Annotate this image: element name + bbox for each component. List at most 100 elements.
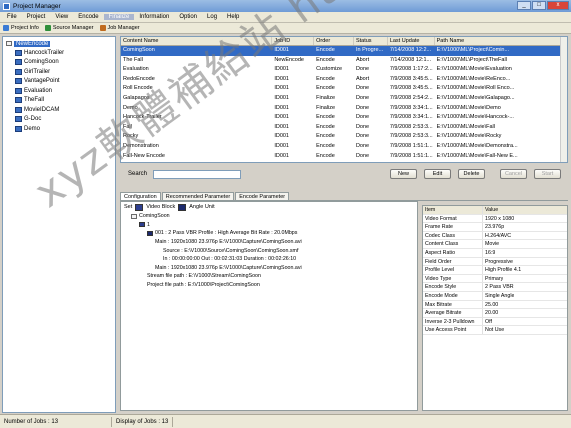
table-row[interactable]: Galapagos ID001 Finalize Done 7/9/2008 2:54:… xyxy=(121,94,567,104)
table-row[interactable]: Roll Encode ID001 Encode Done 7/9/2008 3:45:… xyxy=(121,84,567,94)
menu-help[interactable]: Help xyxy=(222,14,244,20)
delete-button[interactable]: Delete xyxy=(458,169,485,179)
minimize-button[interactable]: _ xyxy=(517,1,531,10)
config-tree-project[interactable]: ComingSoon xyxy=(131,212,417,221)
status-display-of-jobs: Display of Jobs : 13 xyxy=(112,416,174,427)
config-tree-source[interactable]: Source : E:\V1000\Source\ComingSoon\Comi… xyxy=(131,246,417,255)
menu-finalize[interactable]: Finalize xyxy=(103,14,135,20)
property-row[interactable]: Frame Rate 23.976p xyxy=(423,223,567,232)
col-order[interactable]: Order xyxy=(314,37,354,45)
property-row[interactable]: Video Format 1920 x 1080 xyxy=(423,214,567,224)
table-cell: Encode xyxy=(316,47,335,53)
table-row[interactable]: Hancock-Trailer ID001 Encode Done 7/9/2008 3… xyxy=(121,113,567,123)
new-button[interactable]: New xyxy=(390,169,417,179)
tree-item-demo[interactable]: Demo xyxy=(6,124,112,134)
table-row[interactable]: RedoEncode ID001 Encode Abort 7/9/2008 3:45:… xyxy=(121,75,567,85)
config-node-label: In : 00:00:00:00 Out : 00:02:31:03 Durat… xyxy=(163,256,297,263)
property-row[interactable]: Max Bitrate 25.00 xyxy=(423,300,567,310)
property-row[interactable]: Average Bitrate 20.00 xyxy=(423,309,567,318)
table-cell: 7/9/2008 1:51:1... xyxy=(389,152,433,159)
col-job-id[interactable]: Job ID xyxy=(272,37,315,45)
edit-button[interactable]: Edit xyxy=(424,169,451,179)
window-titlebar: Project Manager _ □ x xyxy=(0,0,571,12)
property-row[interactable]: Inverse 2-3 Pulldown Off xyxy=(423,317,567,327)
property-row[interactable]: Codec Class H.264/AVC xyxy=(423,231,567,241)
menu-view[interactable]: View xyxy=(50,14,73,20)
config-tree-block[interactable]: 001 : 2 Pass VBR Profile : High Average … xyxy=(131,229,417,238)
property-key: Field Order xyxy=(423,257,483,266)
close-button[interactable]: x xyxy=(547,1,569,10)
menu-log[interactable]: Log xyxy=(202,14,222,20)
col-content-name[interactable]: Content Name xyxy=(121,37,273,45)
config-tree-inout[interactable]: In : 00:00:00:00 Out : 00:02:31:03 Durat… xyxy=(131,255,417,264)
table-cell: 7/9/2008 2:54:2... xyxy=(389,94,433,101)
tab-encode-parameter[interactable]: Encode Parameter xyxy=(235,192,290,200)
property-row[interactable]: Profile Level High Profile 4.1 xyxy=(423,266,567,275)
property-row[interactable]: Encode Mode Single Angle xyxy=(423,291,567,301)
tree-item-evaluation[interactable]: Evaluation xyxy=(6,86,112,96)
property-row[interactable]: Content Class Movie xyxy=(423,240,567,249)
table-row[interactable]: ComingSoon ID001 Encode In Progre... 7/14/20… xyxy=(121,46,567,56)
menu-file[interactable]: File xyxy=(2,14,22,20)
table-scrollbar[interactable] xyxy=(560,37,567,162)
tree-item-movieidcam[interactable]: MovieIDCAM xyxy=(6,105,112,115)
property-key: Aspect Ratio xyxy=(423,248,483,257)
table-row[interactable]: The Fall NewEncode Encode Abort 7/14/2008 12… xyxy=(121,56,567,66)
search-input[interactable] xyxy=(153,169,242,179)
col-status[interactable]: Status xyxy=(354,37,388,45)
tree-item-vantagepoint[interactable]: VantagePoint xyxy=(6,77,112,87)
table-row[interactable]: Rocky ID001 Encode Done 7/9/2008 2:53:3... E:… xyxy=(121,132,567,142)
config-tree-set[interactable]: 1 xyxy=(131,221,417,230)
table-cell: ID001 xyxy=(274,75,289,82)
table-cell: Encode xyxy=(316,85,335,92)
menu-option[interactable]: Option xyxy=(174,14,202,20)
menu-encode[interactable]: Encode xyxy=(73,14,103,20)
tree-item-thefall[interactable]: TheFall xyxy=(6,96,112,106)
project-info-button[interactable]: Project Info xyxy=(3,25,39,31)
tree-item-gdoc[interactable]: G-Doc xyxy=(6,115,112,125)
property-row[interactable]: Video Type Primary xyxy=(423,274,567,284)
table-row[interactable]: Demo ID001 Finalize Done 7/9/2008 3:34:1... E… xyxy=(121,104,567,114)
menu-project[interactable]: Project xyxy=(22,14,51,20)
table-cell: 7/9/2008 1:17:2... xyxy=(389,66,433,73)
cancel-button[interactable]: Cancel xyxy=(500,169,527,179)
col-last-update[interactable]: Last Update xyxy=(388,37,435,45)
config-node-label: Project file path : E:\V1000\Project\Com… xyxy=(147,282,260,289)
table-row[interactable]: Fall ID001 Encode Done 7/9/2008 2:53:3... E:\… xyxy=(121,123,567,133)
table-row[interactable]: Fall-New Encode ID001 Encode Done 7/9/2008 1… xyxy=(121,152,567,162)
col-path-name[interactable]: Path Name xyxy=(435,37,567,45)
table-cell: Encode xyxy=(316,75,335,82)
source-manager-button[interactable]: Source Manager xyxy=(44,25,94,31)
tab-configuration[interactable]: Configuration xyxy=(120,192,161,200)
property-row[interactable]: Encode Style 2 Pass VBR xyxy=(423,283,567,292)
maximize-button[interactable]: □ xyxy=(532,1,546,10)
table-cell: Hancock-Trailer xyxy=(123,114,162,121)
property-row[interactable]: Field Order Progressive xyxy=(423,257,567,267)
tree-item-girltrailer[interactable]: GirlTrailer xyxy=(6,67,112,77)
property-row[interactable]: Aspect Ratio 16:9 xyxy=(423,248,567,258)
job-manager-button[interactable]: Job Manager xyxy=(99,25,140,31)
table-row[interactable]: Evaluation ID001 Customize Done 7/9/2008 1:1… xyxy=(121,65,567,75)
start-button[interactable]: Start xyxy=(534,169,561,179)
tree-item-comingsoon[interactable]: ComingSoon xyxy=(6,58,112,68)
property-row[interactable]: Use Access Point Not Use xyxy=(423,326,567,335)
tree-item-label: TheFall xyxy=(24,97,45,104)
config-tree-main[interactable]: Main : 1920x1080 23.976p E:\V1000\Captur… xyxy=(131,238,417,247)
table-row[interactable]: Demonstration ID001 Encode Done 7/9/2008 1:5… xyxy=(121,142,567,152)
property-key: Profile Level xyxy=(423,266,483,274)
table-cell: E:\V1000\ML\Movie\Galapago... xyxy=(436,94,515,101)
job-manager-label: Job Manager xyxy=(107,25,140,31)
menu-information[interactable]: Information xyxy=(134,14,174,20)
config-tree-project-path[interactable]: Project file path : E:\V1000\Project\Com… xyxy=(131,281,417,290)
table-header: Content Name Job ID Order Status Last Up… xyxy=(121,37,567,46)
property-key: Encode Style xyxy=(423,283,483,291)
tree-item-hancocktrailer[interactable]: HancockTrailer xyxy=(6,48,112,58)
table-cell: Encode xyxy=(316,142,335,149)
property-key: Codec Class xyxy=(423,231,483,240)
tree-root[interactable]: NewEncode xyxy=(6,39,112,48)
config-tree-stream-path[interactable]: Stream file path : E:\V1000\Stream\Comin… xyxy=(131,272,417,281)
config-tree-capture[interactable]: Main : 1920x1080 23.976p E:\V1000\Captur… xyxy=(131,264,417,273)
property-key: Video Format xyxy=(423,214,483,223)
table-cell: 7/14/2008 12:1... xyxy=(389,56,432,63)
tab-recommended-parameter[interactable]: Recommended Parameter xyxy=(161,192,235,200)
